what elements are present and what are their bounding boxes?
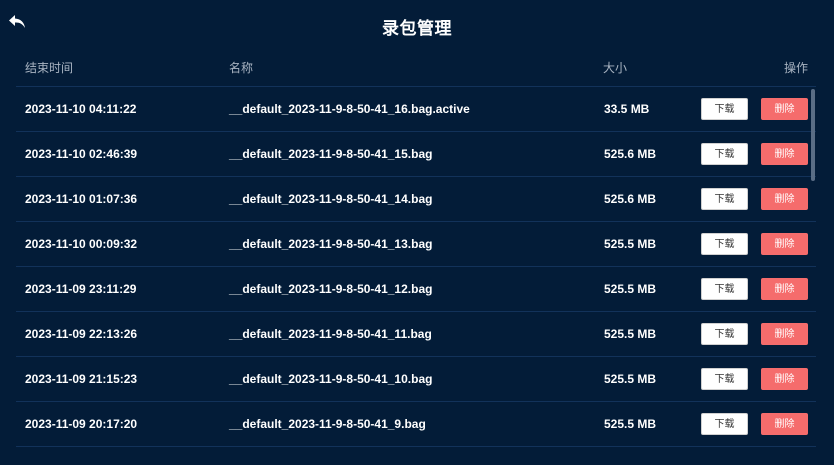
row-size: 33.5 MB [604, 102, 650, 116]
delete-button[interactable]: 删除 [761, 323, 808, 345]
row-size: 525.6 MB [604, 147, 657, 161]
row-end-time: 2023-11-10 01:07:36 [25, 192, 138, 206]
download-button[interactable]: 下载 [701, 368, 748, 390]
download-button[interactable]: 下载 [701, 143, 748, 165]
table-row: 2023-11-10 00:09:32 __default_2023-11-9-… [16, 222, 816, 267]
download-button[interactable]: 下载 [701, 413, 748, 435]
row-name: __default_2023-11-9-8-50-41_9.bag [229, 417, 426, 431]
delete-button[interactable]: 删除 [761, 233, 808, 255]
row-end-time: 2023-11-10 02:46:39 [25, 147, 138, 161]
row-end-time: 2023-11-09 20:17:20 [25, 417, 138, 431]
delete-button[interactable]: 删除 [761, 368, 808, 390]
table-scrollbar[interactable] [811, 89, 815, 181]
row-end-time: 2023-11-09 21:15:23 [25, 372, 138, 386]
table-header: 结束时间 名称 大小 操作 [16, 48, 816, 87]
row-size: 525.5 MB [604, 282, 657, 296]
row-end-time: 2023-11-09 23:11:29 [25, 282, 137, 296]
column-operation: 操作 [783, 61, 808, 75]
row-name: __default_2023-11-9-8-50-41_11.bag [229, 327, 432, 341]
row-name: __default_2023-11-9-8-50-41_14.bag [229, 192, 433, 206]
row-size: 525.5 MB [604, 327, 657, 341]
delete-button[interactable]: 删除 [761, 413, 808, 435]
row-end-time: 2023-11-10 00:09:32 [25, 237, 138, 251]
table-row: 2023-11-10 01:07:36 __default_2023-11-9-… [16, 177, 816, 222]
bottom-divider [0, 465, 834, 469]
delete-button[interactable]: 删除 [761, 188, 808, 210]
page-header: 录包管理 [0, 0, 834, 50]
row-end-time: 2023-11-09 22:13:26 [25, 327, 138, 341]
page-title: 录包管理 [382, 19, 452, 38]
bag-table: 结束时间 名称 大小 操作 2023-11-10 04:11:22 __defa… [16, 48, 816, 447]
row-name: __default_2023-11-9-8-50-41_12.bag [229, 282, 433, 296]
column-name: 名称 [229, 61, 254, 75]
table-row: 2023-11-10 04:11:22 __default_2023-11-9-… [16, 87, 816, 132]
download-button[interactable]: 下载 [701, 188, 748, 210]
delete-button[interactable]: 删除 [761, 278, 808, 300]
table-row: 2023-11-09 21:15:23 __default_2023-11-9-… [16, 357, 816, 402]
delete-button[interactable]: 删除 [761, 143, 808, 165]
download-button[interactable]: 下载 [701, 278, 748, 300]
table-row: 2023-11-09 23:11:29 __default_2023-11-9-… [16, 267, 816, 312]
column-end-time: 结束时间 [25, 61, 74, 75]
row-size: 525.6 MB [604, 192, 657, 206]
row-size: 525.5 MB [604, 372, 657, 386]
row-name: __default_2023-11-9-8-50-41_10.bag [229, 372, 433, 386]
row-end-time: 2023-11-10 04:11:22 [25, 102, 137, 116]
row-name: __default_2023-11-9-8-50-41_15.bag [229, 147, 433, 161]
download-button[interactable]: 下载 [701, 233, 748, 255]
delete-button[interactable]: 删除 [761, 98, 808, 120]
table-row: 2023-11-10 02:46:39 __default_2023-11-9-… [16, 132, 816, 177]
row-size: 525.5 MB [604, 237, 657, 251]
row-name: __default_2023-11-9-8-50-41_16.bag.activ… [229, 102, 470, 116]
row-size: 525.5 MB [604, 417, 657, 431]
row-name: __default_2023-11-9-8-50-41_13.bag [229, 237, 433, 251]
table-row: 2023-11-09 22:13:26 __default_2023-11-9-… [16, 312, 816, 357]
download-button[interactable]: 下载 [701, 323, 748, 345]
table-row: 2023-11-09 20:17:20 __default_2023-11-9-… [16, 402, 816, 447]
download-button[interactable]: 下载 [701, 98, 748, 120]
column-size: 大小 [603, 61, 628, 75]
